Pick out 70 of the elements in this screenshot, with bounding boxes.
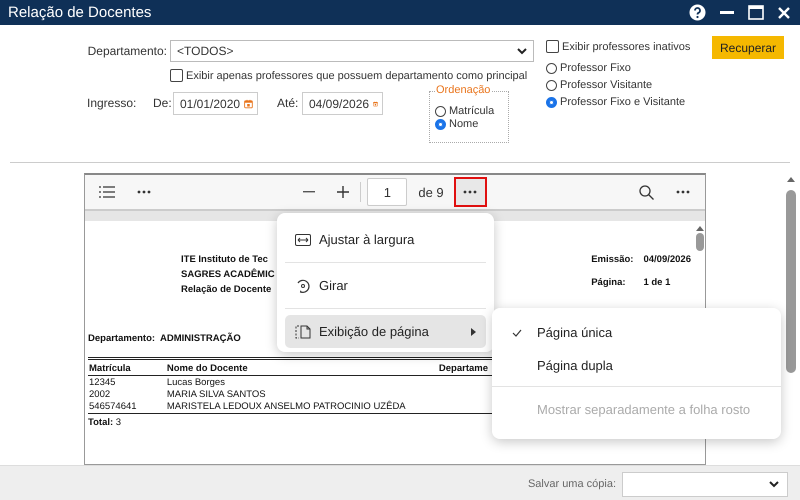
radio-label: Professor Fixo e Visitante xyxy=(560,96,686,108)
radio-button[interactable] xyxy=(435,118,446,130)
checkbox[interactable] xyxy=(170,69,183,82)
fit-width-icon xyxy=(295,234,311,246)
table-cell: MARIA SILVA SANTOS xyxy=(166,389,266,400)
help-icon[interactable] xyxy=(689,4,706,21)
scrollbar-thumb[interactable] xyxy=(696,233,704,251)
page-icon xyxy=(295,324,311,338)
window-title: Relação de Docentes xyxy=(8,4,152,21)
menu-item[interactable]: Página dupla xyxy=(492,349,781,382)
radio-label: Nome xyxy=(449,118,478,130)
column-header: Nome do Docente xyxy=(166,363,248,374)
table-cell: MARISTELA LEDOUX ANSELMO PATROCINIO UZÊDA xyxy=(166,401,406,412)
department-select[interactable]: <TODOS> xyxy=(170,40,534,62)
table-cell: 12345 xyxy=(89,377,116,388)
department-label: Departamento: xyxy=(88,333,156,344)
page-count: de 9 xyxy=(418,184,444,200)
checkbox[interactable] xyxy=(546,40,559,53)
field-label: De: xyxy=(153,96,173,110)
field-label: Departamento: xyxy=(87,44,167,58)
group-title: Ordenação xyxy=(435,84,492,96)
list-icon[interactable] xyxy=(99,186,115,198)
recover-button[interactable]: Recuperar xyxy=(712,36,784,59)
check-icon xyxy=(512,328,522,336)
table-cell: 546574641 xyxy=(89,401,137,412)
meta-value: 1 de 1 xyxy=(643,276,672,290)
menu-item[interactable]: Página única xyxy=(492,316,781,349)
radio-label: Matrícula xyxy=(449,105,494,117)
table-cell: Lucas Borges xyxy=(166,377,225,388)
more-icon[interactable] xyxy=(676,190,690,194)
column-header: Departame xyxy=(438,363,488,374)
radio-label: Professor Visitante xyxy=(560,79,652,91)
table-cell: 2002 xyxy=(89,389,110,400)
caret-icon xyxy=(517,48,527,54)
menu-item[interactable]: Girar xyxy=(285,263,486,309)
total-label: Total: xyxy=(88,417,114,428)
close-icon[interactable] xyxy=(778,6,790,18)
date-field[interactable]: 01/01/2020 xyxy=(173,92,258,115)
rotate-icon xyxy=(295,278,311,294)
search-icon[interactable] xyxy=(639,184,654,200)
radio-button[interactable] xyxy=(546,80,557,90)
meta-value: 04/09/2026 xyxy=(643,254,691,267)
radio-button[interactable] xyxy=(546,96,557,108)
more-options-button[interactable] xyxy=(454,177,487,207)
date-field[interactable]: 04/09/2026 xyxy=(302,92,383,115)
radio-button[interactable] xyxy=(546,62,557,74)
report-heading: SAGRES ACADÊMIC xyxy=(181,269,275,280)
menu-item[interactable]: Ajustar à largura xyxy=(285,217,486,263)
meta-label: Página: xyxy=(591,276,627,290)
more-icon[interactable] xyxy=(463,190,478,194)
checkbox-label: Exibir professores inativos xyxy=(562,40,690,52)
minimize-icon[interactable] xyxy=(720,10,734,14)
report-heading: ITE Instituto de Tec xyxy=(181,254,269,265)
zoom-in-icon[interactable] xyxy=(337,186,350,198)
report-heading: Relação de Docente xyxy=(181,284,272,295)
caret-icon xyxy=(769,480,779,488)
field-label: Ingresso: xyxy=(87,96,138,110)
department-value: ADMINISTRAÇÃO xyxy=(160,333,241,344)
radio-button[interactable] xyxy=(435,106,446,116)
meta-label: Emissão: xyxy=(591,254,634,267)
save-copy-label: Salvar uma cópia: xyxy=(528,478,616,490)
maximize-icon[interactable] xyxy=(748,5,764,20)
page-number-field[interactable]: 1 xyxy=(367,178,408,206)
column-header: Matrícula xyxy=(89,363,131,374)
menu-item[interactable]: Exibição de página xyxy=(285,315,486,348)
field-label: Até: xyxy=(277,96,300,110)
checkbox-label: Exibir apenas professores que possuem departamento como principal xyxy=(186,70,528,82)
total-value: 3 xyxy=(116,417,122,428)
more-icon[interactable] xyxy=(137,190,151,194)
radio-label: Professor Fixo xyxy=(560,62,631,74)
